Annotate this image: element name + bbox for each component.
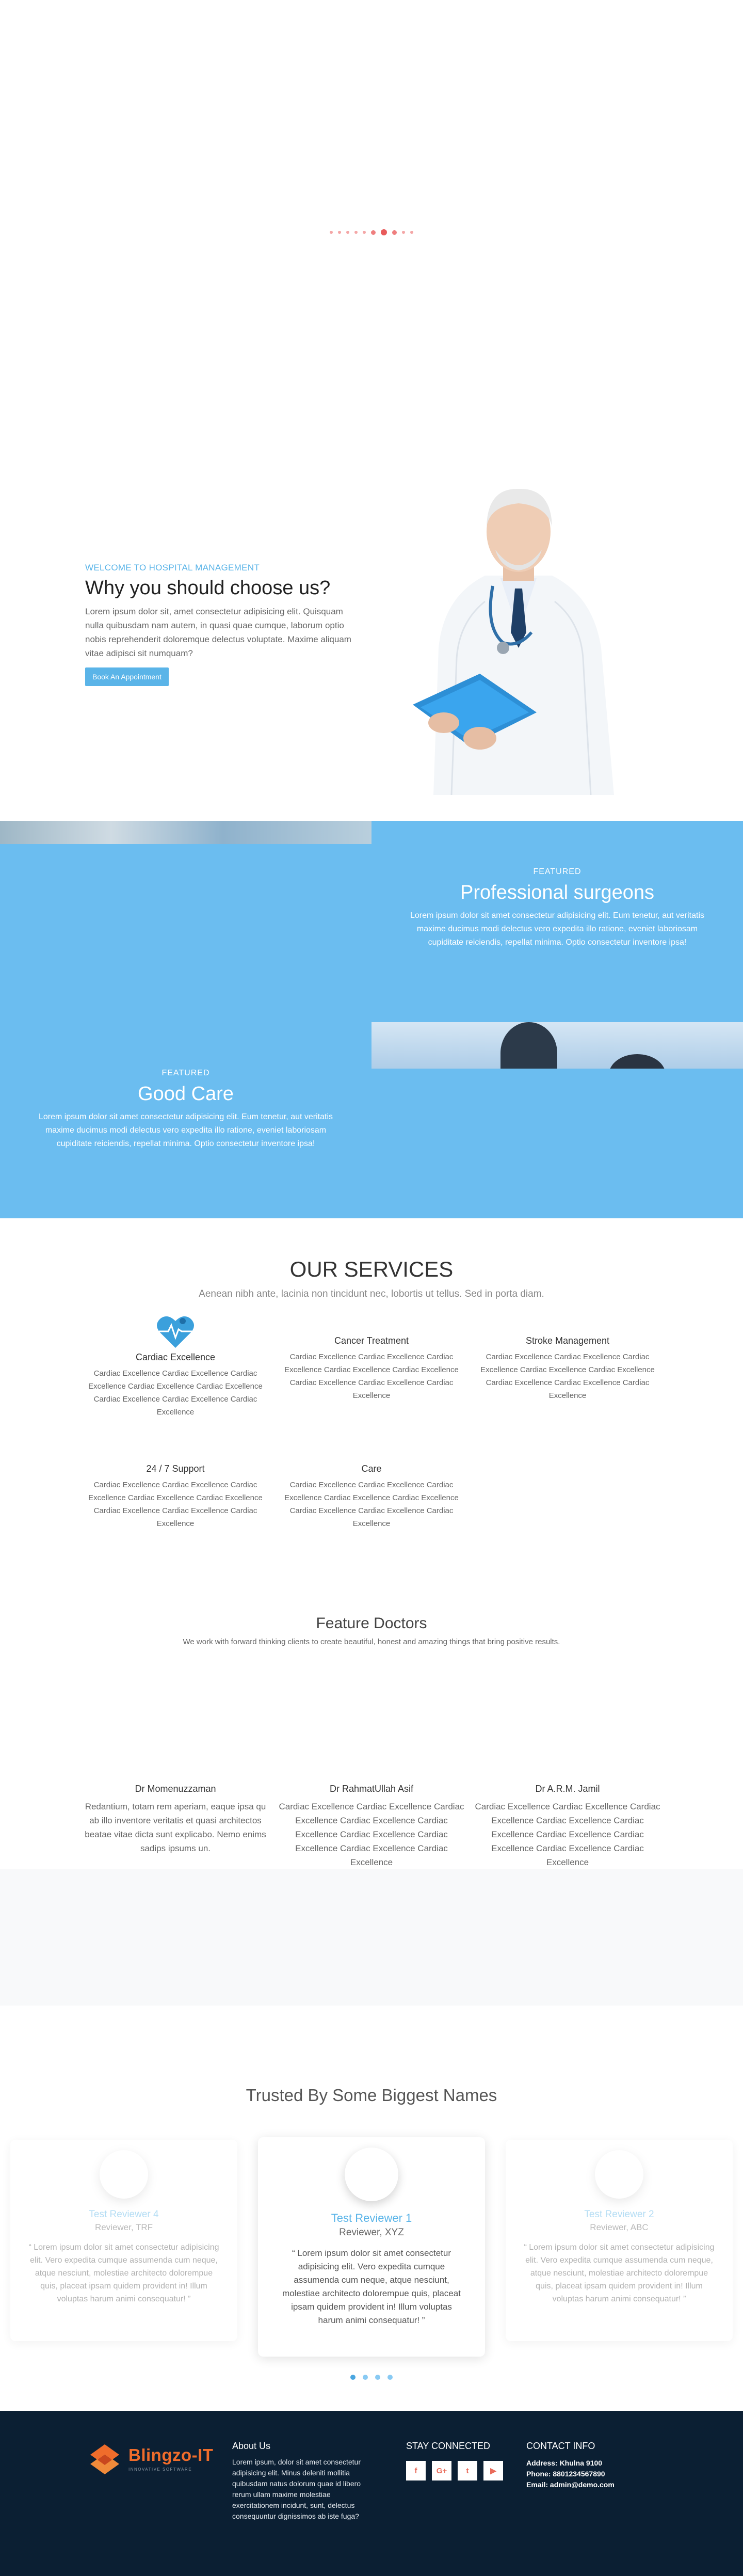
featured-care: FEATURED Good Care Lorem ipsum dolor sit… <box>28 1069 343 1151</box>
book-appointment-button[interactable]: Book An Appointment <box>85 667 169 686</box>
service-care: Care Cardiac Excellence Cardiac Excellen… <box>279 1464 464 1530</box>
slider-dot[interactable] <box>354 231 358 234</box>
testimonials-title: Trusted By Some Biggest Names <box>246 2086 497 2105</box>
brand-name: Blingzo-IT <box>128 2445 214 2464</box>
slider-dot[interactable] <box>410 231 413 234</box>
testimonial-card[interactable]: Test Reviewer 4 Reviewer, TRF “ Lorem ip… <box>10 2140 237 2341</box>
about-text: Lorem ipsum, dolor sit amet consectetur … <box>232 2458 361 2520</box>
services-title: OUR SERVICES <box>289 1257 454 1281</box>
twitter-icon[interactable]: t <box>458 2461 477 2480</box>
doctor-image <box>413 488 614 795</box>
feature-doctors-title: Feature Doctors <box>316 1615 427 1632</box>
service-support: 24 / 7 Support Cardiac Excellence Cardia… <box>83 1464 268 1530</box>
slider-dot[interactable] <box>371 230 376 235</box>
doctor-name: Dr Momenuzzaman <box>135 1784 216 1794</box>
contact-phone: Phone: 8801234567890 <box>526 2470 605 2478</box>
service-cardiac: Cardiac Excellence Cardiac Excellence Ca… <box>83 1314 268 1419</box>
testimonial-card-active[interactable]: Test Reviewer 1 Reviewer, XYZ “ Lorem ip… <box>258 2137 485 2357</box>
reviewer-name: Test Reviewer 2 <box>584 2209 654 2220</box>
featured-kicker: FEATURED <box>161 1069 210 1077</box>
logo[interactable]: Blingzo-IT INNOVATIVE SOFTWARE <box>85 2439 214 2480</box>
testimonial-card[interactable]: Test Reviewer 2 Reviewer, ABC “ Lorem ip… <box>506 2140 733 2341</box>
care-photo <box>372 1022 743 1069</box>
slider-dot[interactable] <box>330 231 333 234</box>
feature-doctors-subtitle: We work with forward thinking clients to… <box>183 1637 560 1646</box>
social-title: STAY CONNECTED <box>406 2441 491 2451</box>
reviewer-quote: “ Lorem ipsum dolor sit amet consectetur… <box>28 2243 219 2303</box>
avatar <box>595 2150 643 2199</box>
service-title: Stroke Management <box>525 1335 610 1346</box>
heart-icon <box>157 1316 194 1348</box>
testimonial-dots <box>0 2375 743 2380</box>
footer-about: About Us Lorem ipsum, dolor sit amet con… <box>232 2441 366 2522</box>
testimonial-dot[interactable] <box>375 2375 380 2380</box>
contact-address: Address: Khulna 9100 <box>526 2459 603 2467</box>
avatar <box>345 2148 398 2201</box>
why-text: Lorem ipsum dolor sit, amet consectetur … <box>85 607 351 658</box>
services-subtitle: Aenean nibh ante, lacinia non tincidunt … <box>199 1289 544 1299</box>
youtube-icon[interactable]: ▶ <box>483 2461 503 2480</box>
footer-contact: CONTACT INFO Address: Khulna 9100 Phone:… <box>526 2441 660 2490</box>
service-text: Cardiac Excellence Cardiac Excellence Ca… <box>88 1481 263 1528</box>
why-kicker: WELCOME TO HOSPITAL MANAGEMENT <box>85 563 260 573</box>
testimonial-dot[interactable] <box>350 2375 356 2380</box>
service-stroke: Stroke Management Cardiac Excellence Car… <box>475 1335 660 1402</box>
logo-mark-icon <box>90 2444 119 2474</box>
reviewer-role: Reviewer, XYZ <box>339 2227 404 2238</box>
footer-social: STAY CONNECTED f G+ t ▶ <box>406 2441 509 2480</box>
featured-surgeons: FEATURED Professional surgeons Lorem ips… <box>408 867 707 949</box>
about-title: About Us <box>232 2441 271 2451</box>
reviewer-role: Reviewer, ABC <box>590 2222 649 2232</box>
slider-dots <box>0 229 743 235</box>
social-links: f G+ t ▶ <box>406 2461 509 2480</box>
service-title: 24 / 7 Support <box>146 1464 205 1474</box>
featured-title: Good Care <box>138 1083 234 1105</box>
surgeons-photo <box>0 821 372 844</box>
slider-dot[interactable] <box>392 230 397 235</box>
why-title: Why you should choose us? <box>85 577 331 599</box>
gray-band <box>0 1869 743 2006</box>
google-plus-icon[interactable]: G+ <box>432 2461 451 2480</box>
why-choose-us-section: WELCOME TO HOSPITAL MANAGEMENT Why you s… <box>85 563 364 686</box>
avatar <box>100 2150 148 2199</box>
reviewer-quote: “ Lorem ipsum dolor sit amet consectetur… <box>524 2243 715 2303</box>
doctor-card: Dr Momenuzzaman Redantium, totam rem ape… <box>83 1784 268 1855</box>
service-title: Care <box>361 1464 382 1474</box>
doctor-name: Dr RahmatUllah Asif <box>329 1784 414 1794</box>
featured-kicker: FEATURED <box>533 867 582 876</box>
reviewer-name: Test Reviewer 1 <box>331 2212 412 2224</box>
slider-dot[interactable] <box>381 229 387 235</box>
service-text: Cardiac Excellence Cardiac Excellence Ca… <box>480 1353 655 1400</box>
facebook-icon[interactable]: f <box>406 2461 426 2480</box>
slider-dot[interactable] <box>338 231 341 234</box>
brand-tagline: INNOVATIVE SOFTWARE <box>128 2467 192 2472</box>
doctor-card: Dr RahmatUllah Asif Cardiac Excellence C… <box>279 1784 464 1869</box>
service-title: Cardiac Excellence <box>135 1352 216 1362</box>
service-title: Cancer Treatment <box>334 1335 409 1346</box>
service-cancer: Cancer Treatment Cardiac Excellence Card… <box>279 1335 464 1402</box>
slider-dot[interactable] <box>402 231 405 234</box>
footer: Blingzo-IT INNOVATIVE SOFTWARE About Us … <box>0 2411 743 2576</box>
contact-title: CONTACT INFO <box>526 2441 595 2451</box>
doctor-text: Cardiac Excellence Cardiac Excellence Ca… <box>475 1802 660 1867</box>
service-text: Cardiac Excellence Cardiac Excellence Ca… <box>88 1369 263 1417</box>
testimonial-dot[interactable] <box>363 2375 368 2380</box>
service-text: Cardiac Excellence Cardiac Excellence Ca… <box>284 1353 459 1400</box>
reviewer-quote: “ Lorem ipsum dolor sit amet consectetur… <box>282 2248 461 2325</box>
doctor-name: Dr A.R.M. Jamil <box>535 1784 600 1794</box>
doctor-text: Cardiac Excellence Cardiac Excellence Ca… <box>279 1802 464 1867</box>
featured-text: Lorem ipsum dolor sit amet consectetur a… <box>410 911 705 947</box>
service-text: Cardiac Excellence Cardiac Excellence Ca… <box>284 1481 459 1528</box>
reviewer-role: Reviewer, TRF <box>94 2222 153 2232</box>
featured-text: Lorem ipsum dolor sit amet consectetur a… <box>38 1112 333 1148</box>
page: WELCOME TO HOSPITAL MANAGEMENT Why you s… <box>0 0 743 2576</box>
contact-email[interactable]: Email: admin@demo.com <box>526 2479 660 2490</box>
testimonial-dot[interactable] <box>387 2375 393 2380</box>
slider-dot[interactable] <box>346 231 349 234</box>
doctor-text: Redantium, totam rem aperiam, eaque ipsa… <box>85 1802 266 1853</box>
doctor-card: Dr A.R.M. Jamil Cardiac Excellence Cardi… <box>475 1784 660 1869</box>
reviewer-name: Test Reviewer 4 <box>89 2209 159 2220</box>
slider-dot[interactable] <box>363 231 366 234</box>
featured-title: Professional surgeons <box>460 882 654 903</box>
